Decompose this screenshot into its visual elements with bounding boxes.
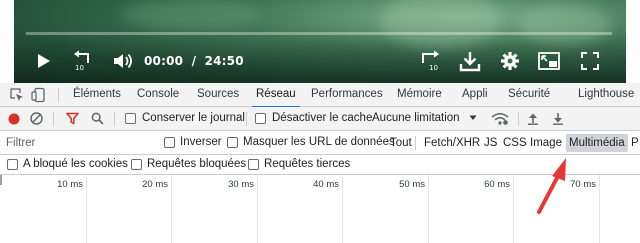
third-party-label: Requêtes tierces <box>264 158 351 170</box>
hide-data-urls-label: Masquer les URL de données <box>243 136 395 148</box>
fullscreen-button[interactable] <box>577 46 603 76</box>
play-icon <box>38 54 50 68</box>
tab-sources[interactable]: Sources <box>197 83 239 107</box>
volume-icon <box>114 53 132 69</box>
type-filter-image[interactable]: Image <box>527 134 565 152</box>
preserve-log-checkbox[interactable] <box>125 113 136 124</box>
filter-funnel-icon[interactable] <box>66 112 79 125</box>
third-party-checkbox[interactable] <box>248 159 259 170</box>
picture-in-picture-button[interactable] <box>536 46 562 76</box>
type-filter-fetch-xhr[interactable]: Fetch/XHR <box>421 134 483 152</box>
timeline-gridline <box>171 175 172 243</box>
toolbar-separator <box>246 112 247 126</box>
type-filter-media[interactable]: Multimédia <box>566 134 628 152</box>
type-filter-all[interactable]: Tout <box>387 134 415 152</box>
page-margin-right <box>626 0 640 83</box>
throttling-select[interactable]: Aucune limitation <box>372 107 477 130</box>
import-har-icon[interactable] <box>527 112 539 125</box>
inspect-element-icon[interactable] <box>9 87 25 103</box>
tab-lighthouse[interactable]: Lighthouse <box>578 83 634 107</box>
device-toolbar-icon[interactable] <box>31 87 47 103</box>
timeline-gridline <box>428 175 429 243</box>
export-har-icon[interactable] <box>552 112 564 125</box>
timeline-gridline <box>257 175 258 243</box>
timeline-tick-label: 50 ms <box>399 179 425 190</box>
blocked-cookies-label: A bloqué les cookies <box>23 158 128 170</box>
type-filter-css[interactable]: CSS <box>500 134 530 152</box>
download-icon <box>459 52 481 72</box>
timeline-tick-label: 20 ms <box>142 179 168 190</box>
type-filter-truncated[interactable]: P <box>629 134 639 152</box>
current-time: 00:00 <box>144 54 184 68</box>
timeline-tick-label: 70 ms <box>570 179 596 190</box>
timeline-tick-label: 60 ms <box>484 179 510 190</box>
clear-icon[interactable] <box>30 112 43 125</box>
type-filter-js[interactable]: JS <box>481 134 500 152</box>
timeline-gridline <box>513 175 514 243</box>
invert-label: Inverser <box>180 136 222 148</box>
gear-icon <box>501 52 519 70</box>
replay-10-button[interactable]: 10 <box>70 46 96 76</box>
request-blocking-row: A bloqué les cookies Requêtes bloquées R… <box>0 155 640 175</box>
replay-10-icon: 10 <box>74 50 89 72</box>
tab-memory[interactable]: Mémoire <box>397 83 442 107</box>
tab-application[interactable]: Appli <box>462 83 488 107</box>
filter-input[interactable] <box>3 134 153 152</box>
play-button[interactable] <box>32 46 56 76</box>
page-margin-left <box>0 0 14 83</box>
video-frame-highlight <box>120 0 260 30</box>
tab-elements[interactable]: Éléments <box>73 83 121 107</box>
forward-10-button[interactable]: 10 <box>417 46 443 76</box>
toolbar-separator <box>518 112 519 126</box>
picture-in-picture-icon <box>538 52 560 70</box>
record-icon[interactable] <box>8 113 20 125</box>
svg-text:10: 10 <box>429 64 438 72</box>
download-button[interactable] <box>456 46 484 76</box>
network-timeline-overview[interactable]: 10 ms 20 ms 30 ms 40 ms 50 ms 60 ms 70 m… <box>0 175 640 243</box>
invert-checkbox[interactable] <box>164 137 175 148</box>
search-icon[interactable] <box>91 112 104 125</box>
timeline-tick-label: 30 ms <box>228 179 254 190</box>
forward-10-icon: 10 <box>422 50 439 72</box>
video-controls-shade <box>14 35 626 83</box>
tab-bar-separator <box>58 88 59 102</box>
tab-performance[interactable]: Performances <box>311 83 383 107</box>
duration: 24:50 <box>204 54 244 68</box>
toolbar-separator <box>114 112 115 126</box>
timeline-gridline <box>86 175 87 243</box>
time-separator: / <box>191 54 197 68</box>
fullscreen-icon <box>581 52 599 70</box>
svg-text:10: 10 <box>75 64 84 72</box>
disable-cache-label: Désactiver le cache <box>272 112 373 124</box>
blocked-requests-label: Requêtes bloquées <box>147 158 247 170</box>
blocked-cookies-checkbox[interactable] <box>7 159 18 170</box>
settings-button[interactable] <box>497 46 523 76</box>
volume-button[interactable] <box>110 46 136 76</box>
timeline-tick-label: 40 ms <box>313 179 339 190</box>
devtools-tab-bar: Éléments Console Sources Réseau Performa… <box>0 83 640 108</box>
hide-data-urls-checkbox[interactable] <box>227 137 238 148</box>
filter-bar: Inverser Masquer les URL de données Tout… <box>0 131 640 155</box>
network-toolbar: Conserver le journal Désactiver le cache… <box>0 107 640 131</box>
throttling-value: Aucune limitation <box>372 112 460 124</box>
video-progress-bar[interactable] <box>26 32 612 35</box>
toolbar-separator <box>53 112 54 126</box>
preserve-log-label: Conserver le journal <box>142 112 245 124</box>
timeline-tick-label: 10 ms <box>57 179 83 190</box>
blocked-requests-checkbox[interactable] <box>131 159 142 170</box>
network-conditions-icon[interactable] <box>491 112 509 125</box>
tab-network[interactable]: Réseau <box>252 83 300 108</box>
video-player[interactable]: 10 00:00 / 24:50 10 <box>0 0 640 83</box>
timeline-gridline <box>342 175 343 243</box>
disable-cache-checkbox[interactable] <box>255 113 266 124</box>
type-filter-separator <box>415 136 416 150</box>
timeline-gridline <box>599 175 600 243</box>
tab-console[interactable]: Console <box>137 83 179 107</box>
timeline-start-marker <box>0 175 2 185</box>
video-time-display: 00:00 / 24:50 <box>144 54 244 68</box>
chevron-down-icon <box>469 115 477 120</box>
tab-security[interactable]: Sécurité <box>508 83 550 107</box>
